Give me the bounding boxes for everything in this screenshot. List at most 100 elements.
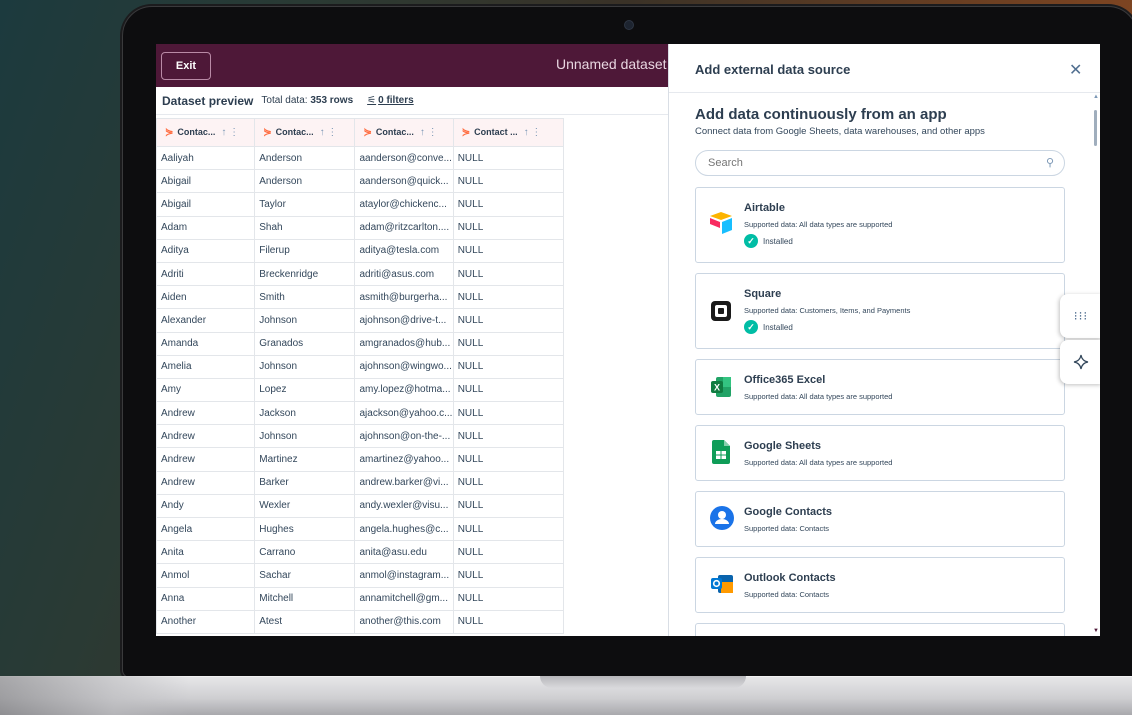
sort-icon[interactable]: ↑ ⋮ [420,127,438,138]
table-row: Aaliyah Anderson aanderson@conve... NULL [156,145,565,171]
table-cell: NULL [452,493,565,519]
table-cell: Breckenridge [254,261,356,287]
column-label: Contac... [177,127,216,137]
table-row: Alexander Johnson ajohnson@drive-t... NULL [156,308,565,333]
column-header[interactable]: ⋟ Contac... ↑ ⋮ [354,118,454,147]
section-description: Connect data from Google Sheets, data wa… [695,126,985,137]
table-cell: Alexander [156,308,256,333]
card-name: Office365 Excel [744,374,826,386]
table-cell: NULL [452,215,565,240]
table-cell: ajohnson@on-the-... [354,424,454,449]
card-name: Airtable [744,202,785,214]
table-row: Aditya Filerup aditya@tesla.com NULL [156,238,565,263]
section-heading: Add data continuously from an app [695,106,947,123]
exit-button[interactable]: Exit [161,52,211,80]
table-cell: adriti@asus.com [354,261,454,287]
close-icon[interactable]: ✕ [1069,60,1082,80]
card-supported-data: Supported data: All data types are suppo… [744,220,893,229]
table-cell: Abigail [156,192,256,217]
table-cell: ajackson@yahoo.c... [354,401,454,426]
search-input[interactable] [708,157,1008,169]
table-row: Andrew Martinez amartinez@yahoo... NULL [156,447,565,472]
table-cell: Adam [156,215,256,240]
table-cell: Carrano [254,540,356,565]
total-data: Total data: 353 rows [261,95,353,106]
table-cell: amartinez@yahoo... [354,447,454,472]
table-cell: amgranados@hub... [354,331,454,356]
card-name: Outlook Contacts [744,572,836,584]
card-outlook-contacts[interactable]: Outlook Contacts Supported data: Contact… [695,557,1065,613]
table-row: Abigail Taylor ataylor@chickenc... NULL [156,192,565,217]
filters-link[interactable]: ⚟ 0 filters [367,95,414,106]
table-row: Aiden Smith asmith@burgerha... NULL [156,285,565,310]
table-cell: Lopez [254,377,356,403]
assistant-button[interactable] [1060,340,1100,384]
scroll-down-arrow[interactable]: ▼ [1093,628,1099,634]
total-value: 353 rows [310,95,354,106]
table-cell: Smith [254,285,356,310]
dataset-title[interactable]: Unnamed dataset [556,56,667,72]
card-office365-excel[interactable]: X Office365 Excel Supported data: All da… [695,359,1065,415]
table-row: Amanda Granados amgranados@hub... NULL [156,331,565,356]
sort-icon[interactable]: ↑ ⋮ [524,127,542,138]
table-cell: adam@ritzcarlton.... [354,215,454,240]
table-cell: Sachar [254,563,356,588]
laptop-notch [540,676,746,688]
table-cell: NULL [452,586,565,611]
app-screen: Exit Unnamed dataset Dataset preview Tot… [156,44,1100,636]
apps-menu-button[interactable]: ⁝⁝⁝ [1060,294,1100,338]
installed-label: Installed [763,322,793,332]
card-square[interactable]: Square Supported data: Customers, Items,… [695,273,1065,349]
table-cell: Andrew [156,470,256,495]
google-sheets-logo-icon [712,440,730,464]
table-cell: NULL [452,609,565,634]
panel-title: Add external data source [695,62,851,77]
search-box[interactable]: ⚲ [695,150,1065,176]
scrollbar-thumb[interactable] [1094,110,1097,146]
table-cell: aditya@tesla.com [354,238,454,263]
table-cell: ajohnson@drive-t... [354,308,454,333]
table-body: Aaliyah Anderson aanderson@conve... NULL Abi… [156,145,565,634]
column-label: Contac... [275,127,314,137]
scroll-up-arrow[interactable]: ▲ [1093,94,1099,100]
preview-title: Dataset preview [162,93,254,108]
table-row: Andy Wexler andy.wexler@visu... NULL [156,493,565,519]
hubspot-icon: ⋟ [363,127,372,138]
table-row: Andrew Barker andrew.barker@vi... NULL [156,470,565,495]
table-row: Anna Mitchell annamitchell@gm... NULL [156,586,565,611]
table-cell: Jackson [254,401,356,426]
table-cell: Andy [156,493,256,519]
table-row: Another Atest another@this.com NULL [156,609,565,634]
column-label: Contac... [375,127,414,137]
card-supported-data: Supported data: Contacts [744,590,830,599]
column-header[interactable]: ⋟ Contac... ↑ ⋮ [156,118,256,147]
column-header[interactable]: ⋟ Contac... ↑ ⋮ [254,118,356,147]
table-row: Anmol Sachar anmol@instagram... NULL [156,563,565,588]
table-cell: Aditya [156,238,256,263]
excel-logo-icon: X [711,377,731,397]
table-cell: another@this.com [354,609,454,634]
sort-icon[interactable]: ↑ ⋮ [320,127,338,138]
total-label: Total data: [261,95,308,106]
table-row: Andrew Johnson ajohnson@on-the-... NULL [156,424,565,449]
table-cell: Andrew [156,424,256,449]
search-icon[interactable]: ⚲ [1046,156,1054,169]
table-header-row: ⋟ Contac... ↑ ⋮ ⋟ Contac... ↑ ⋮ ⋟ Contac... ↑ ⋮ ⋟… [156,118,565,147]
check-icon: ✓ [744,234,758,248]
table-cell: anita@asu.edu [354,540,454,565]
table-cell: aanderson@quick... [354,169,454,194]
table-cell: aanderson@conve... [354,145,454,171]
table-cell: Andrew [156,401,256,426]
table-row: Andrew Jackson ajackson@yahoo.c... NULL [156,401,565,426]
card-airtable[interactable]: Airtable Supported data: All data types … [695,187,1065,263]
card-google-sheets[interactable]: Google Sheets Supported data: All data t… [695,425,1065,481]
column-header[interactable]: ⋟ Contact ... ↑ ⋮ [452,118,565,147]
column-label: Contact ... [474,127,518,137]
sort-icon[interactable]: ↑ ⋮ [221,127,239,138]
table-cell: andrew.barker@vi... [354,470,454,495]
table-cell: NULL [452,354,565,379]
table-cell: Adriti [156,261,256,287]
card-google-contacts[interactable]: Google Contacts Supported data: Contacts [695,491,1065,547]
data-preview-table: ⋟ Contac... ↑ ⋮ ⋟ Contac... ↑ ⋮ ⋟ Contac... ↑ ⋮ ⋟… [156,118,565,634]
card-next-partial[interactable] [695,623,1065,636]
